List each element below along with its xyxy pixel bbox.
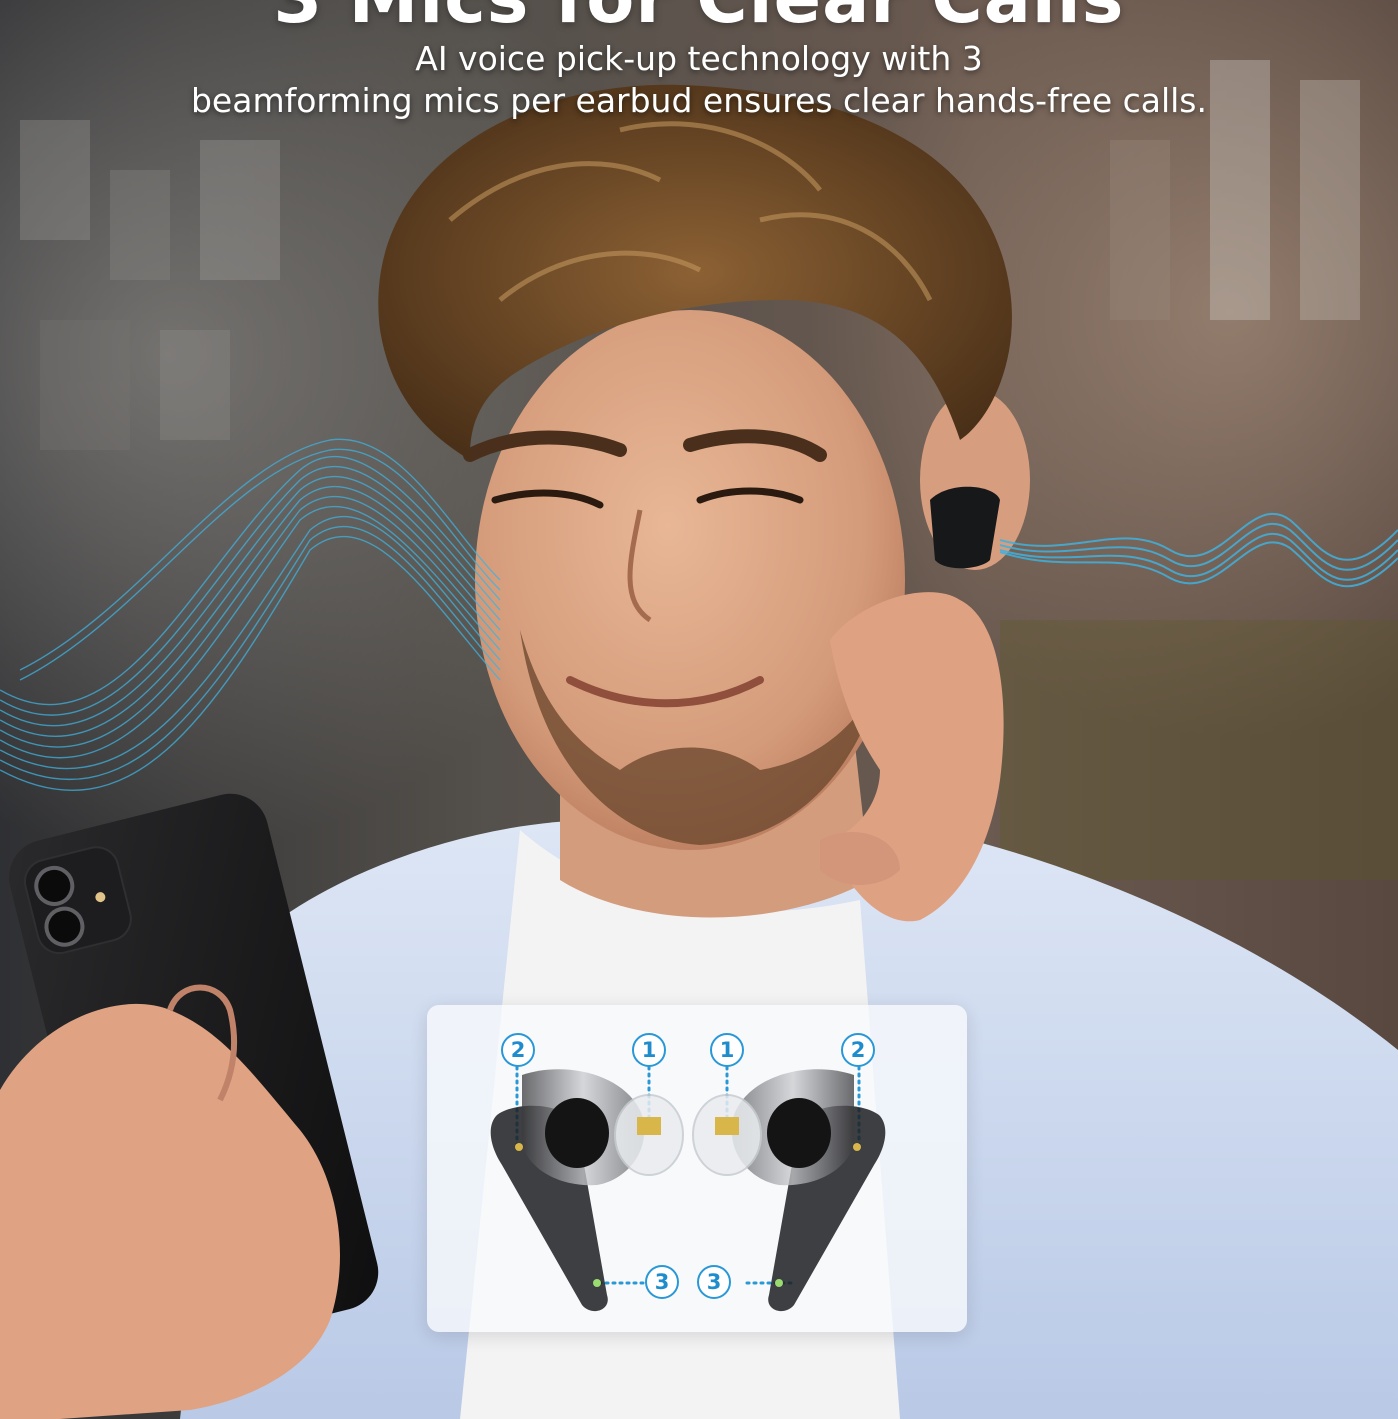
headline: 3 Mics for Clear Calls bbox=[0, 0, 1398, 38]
product-banner: 3 Mics for Clear Calls AI voice pick-up … bbox=[0, 0, 1398, 1419]
mic-diagram-panel: 2 1 1 2 3 3 bbox=[427, 1005, 967, 1332]
mic-callout-right-2: 2 bbox=[841, 1033, 875, 1067]
mic-callout-left-3: 3 bbox=[645, 1265, 679, 1299]
subheadline-line-2: beamforming mics per earbud ensures clea… bbox=[190, 81, 1207, 120]
mic-callout-left-1: 1 bbox=[632, 1033, 666, 1067]
mic-callout-left-2: 2 bbox=[501, 1033, 535, 1067]
mic-callout-right-3: 3 bbox=[697, 1265, 731, 1299]
mic-callout-right-1: 1 bbox=[710, 1033, 744, 1067]
subheadline-line-1: AI voice pick-up technology with 3 bbox=[415, 39, 983, 78]
